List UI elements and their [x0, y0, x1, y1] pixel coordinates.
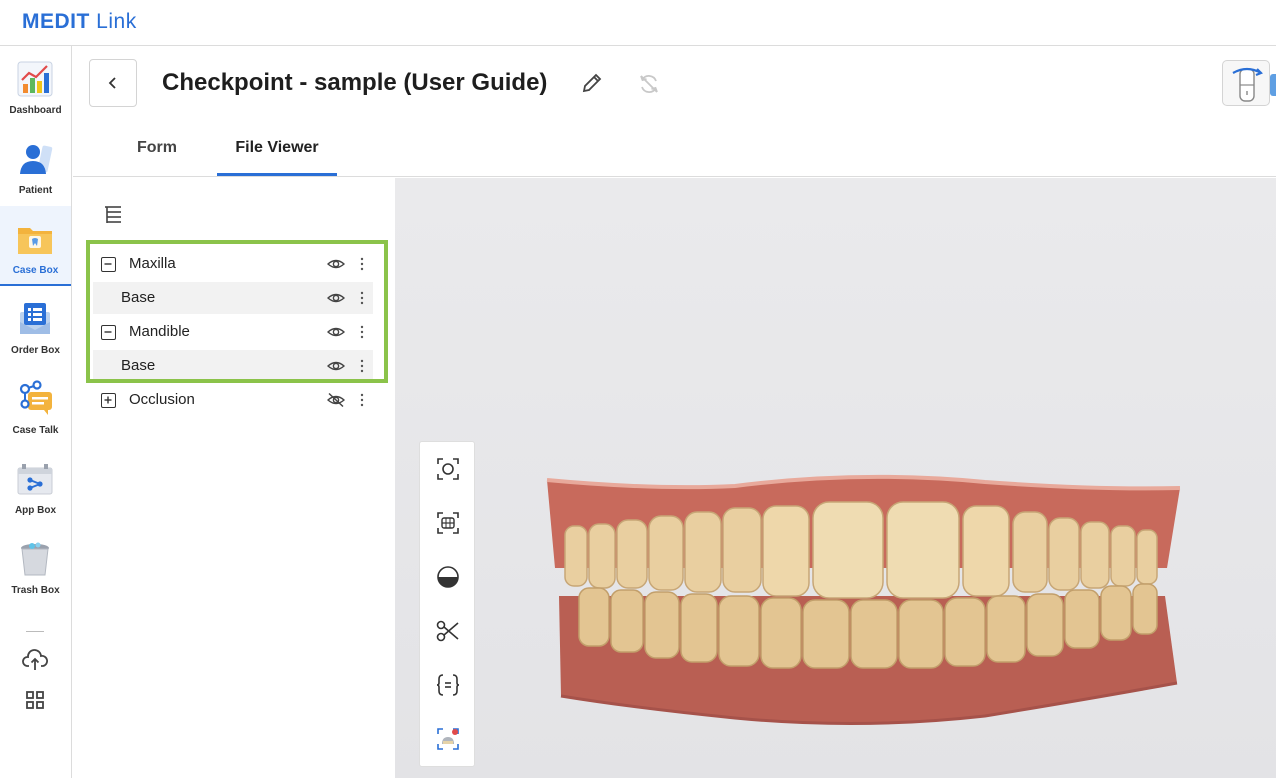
tab-file-viewer[interactable]: File Viewer: [217, 124, 337, 176]
tree-row-mandible-base[interactable]: Base: [93, 350, 373, 382]
tree-row-label: Occlusion: [129, 391, 195, 408]
dashboard-chart-icon: [17, 61, 53, 97]
scissors-clip-icon[interactable]: [434, 617, 462, 645]
tree-row-maxilla-base[interactable]: Base: [93, 282, 373, 314]
tree-row-mandible[interactable]: Mandible: [93, 316, 373, 348]
brand-sub: Link: [96, 10, 137, 33]
tree-structure-icon[interactable]: [103, 205, 123, 225]
measure-bracket-icon[interactable]: [434, 671, 462, 699]
nav-label: Trash Box: [11, 585, 60, 596]
brand-main: MEDIT: [22, 10, 90, 33]
nav-item-dashboard[interactable]: Dashboard: [0, 46, 71, 126]
case-talk-icon: [19, 380, 52, 415]
case-header: Checkpoint - sample (User Guide) Form Fi…: [73, 46, 1276, 177]
eye-icon[interactable]: [327, 358, 345, 374]
order-box-icon: [20, 303, 50, 334]
viewer-toolbar: [419, 441, 475, 767]
nav-label: Case Box: [12, 265, 59, 276]
app-box-icon: [17, 464, 53, 495]
eye-off-icon[interactable]: [327, 392, 345, 408]
more-vertical-icon[interactable]: [359, 324, 365, 340]
more-vertical-icon[interactable]: [359, 290, 365, 306]
dental-scan-model: [546, 474, 1181, 726]
nav-item-case-box[interactable]: Case Box: [0, 206, 71, 286]
brand-logo: MEDIT Link: [22, 10, 137, 34]
back-button[interactable]: [89, 59, 137, 107]
view-orientation-button[interactable]: [1222, 60, 1270, 106]
nav-label: Case Talk: [12, 425, 59, 436]
collapse-toggle[interactable]: [101, 325, 116, 340]
more-vertical-icon[interactable]: [359, 358, 365, 374]
nav-item-order-box[interactable]: Order Box: [0, 286, 71, 366]
case-box-folder-icon: [18, 228, 52, 254]
nav-item-app-box[interactable]: App Box: [0, 446, 71, 526]
nav-label: App Box: [14, 505, 57, 516]
file-tree-panel: Maxilla Base Mandible Base Occlusion: [73, 178, 395, 778]
more-vertical-icon[interactable]: [359, 256, 365, 272]
page-title: Checkpoint - sample (User Guide): [162, 69, 548, 96]
trash-box-icon: [21, 542, 49, 576]
reset-view-icon[interactable]: [434, 455, 462, 483]
expand-toggle[interactable]: [101, 393, 116, 408]
view-widget-edge: [1270, 74, 1276, 96]
chevron-left-icon: [108, 77, 116, 89]
grid-apps-icon[interactable]: [22, 687, 48, 713]
nav-label: Dashboard: [9, 105, 62, 116]
eye-icon[interactable]: [327, 324, 345, 340]
collapse-toggle[interactable]: [101, 257, 116, 272]
nav-item-patient[interactable]: Patient: [0, 126, 71, 206]
eye-icon[interactable]: [327, 256, 345, 272]
nav-label: Patient: [18, 185, 53, 196]
3d-viewer[interactable]: [395, 178, 1276, 778]
tree-row-label: Base: [121, 357, 156, 374]
plus-icon: [104, 396, 112, 404]
sync-disabled-icon: [640, 75, 658, 93]
nav-divider: [26, 631, 44, 632]
minus-icon: [104, 263, 112, 265]
more-vertical-icon[interactable]: [359, 392, 365, 408]
tab-form[interactable]: Form: [116, 124, 198, 176]
tree-row-maxilla[interactable]: Maxilla: [93, 248, 373, 280]
side-navigation: Dashboard Patient Case Box Order Box Cas…: [0, 46, 72, 778]
patient-icon: [20, 145, 53, 174]
screenshot-capture-icon[interactable]: [434, 725, 462, 753]
tree-row-label: Mandible: [129, 323, 190, 340]
jaw-orientation-icon: [1232, 67, 1263, 102]
minus-icon: [104, 331, 112, 333]
eye-icon[interactable]: [327, 290, 345, 306]
tree-row-label: Maxilla: [129, 255, 176, 272]
nav-item-case-talk[interactable]: Case Talk: [0, 366, 71, 446]
tree-row-label: Base: [121, 289, 156, 306]
cloud-upload-icon[interactable]: [22, 647, 48, 673]
tree-row-occlusion[interactable]: Occlusion: [93, 384, 373, 416]
nav-label: Order Box: [11, 345, 60, 356]
fit-view-icon[interactable]: [434, 509, 462, 537]
nav-item-trash-box[interactable]: Trash Box: [0, 526, 71, 606]
app-bar: MEDIT Link: [0, 0, 1276, 46]
transparency-icon[interactable]: [434, 563, 462, 591]
pencil-edit-icon[interactable]: [581, 72, 603, 94]
